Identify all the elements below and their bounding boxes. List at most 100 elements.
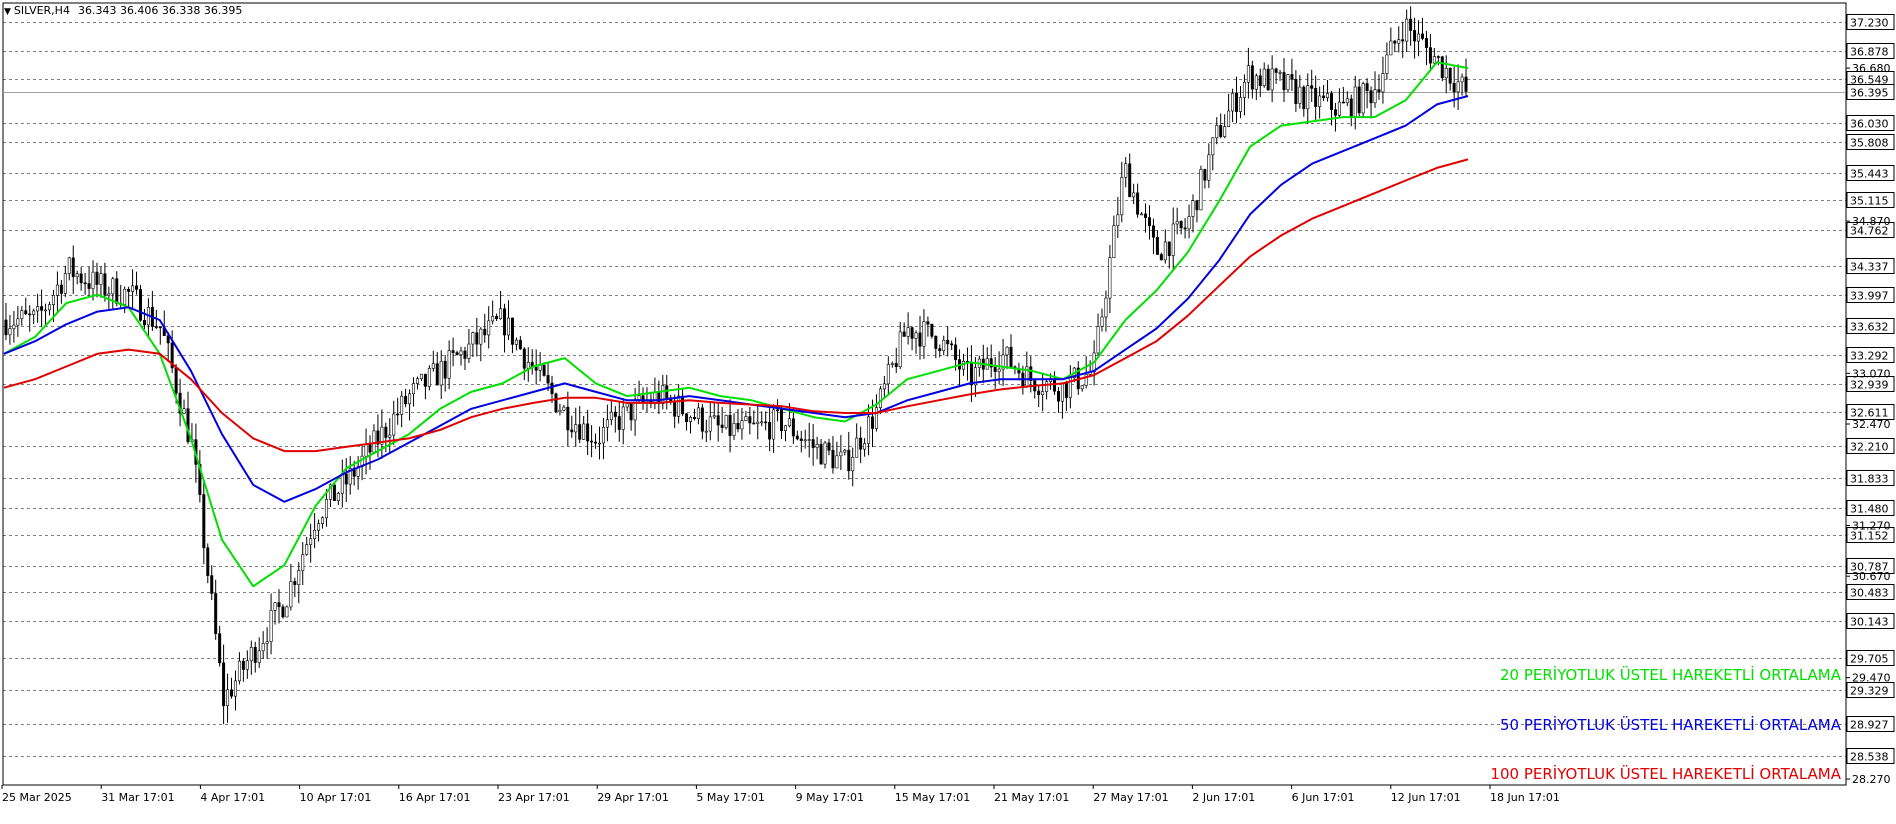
candle-body: [954, 344, 958, 360]
candle-body: [562, 406, 566, 411]
time-label: 2 Jun 17:01: [1192, 791, 1255, 804]
candle-body: [882, 383, 886, 390]
candle-body: [906, 327, 910, 337]
ema-line-3: [3, 158, 1469, 453]
candle-body: [115, 278, 119, 304]
candle-body: [281, 606, 285, 618]
candle-body: [111, 278, 115, 295]
time-label: 23 Apr 17:01: [498, 791, 570, 804]
time-label: 31 Mar 17:01: [101, 791, 174, 804]
candle-body: [186, 408, 190, 442]
candle-body: [1365, 83, 1369, 91]
candle-body: [226, 689, 230, 707]
time-label: 5 May 17:01: [696, 791, 764, 804]
candle-body: [261, 643, 265, 652]
candle-body: [1100, 316, 1104, 327]
candle-body: [447, 350, 451, 379]
price-tick-label: 29.470: [1852, 672, 1891, 685]
candle-body: [1009, 346, 1013, 368]
time-label: 12 Jun 17:01: [1391, 791, 1461, 804]
candle-body: [795, 435, 799, 440]
candle-body: [1120, 177, 1124, 216]
candle-body: [59, 284, 63, 294]
candle-body: [878, 388, 882, 408]
candle-body: [688, 416, 692, 422]
candle-body: [807, 439, 811, 441]
candle-body: [791, 418, 795, 437]
candle-body: [898, 331, 902, 367]
candle-body: [843, 449, 847, 453]
candle-body: [578, 424, 582, 440]
candle-body: [514, 339, 518, 345]
chart-header: ▼ SILVER,H4 36.343 36.406 36.338 36.395: [4, 4, 242, 17]
candle-body: [732, 423, 736, 436]
candle-body: [1163, 241, 1167, 261]
candle-body: [336, 493, 340, 501]
candle-body: [570, 429, 574, 433]
candle-body: [435, 363, 439, 386]
candle-body: [681, 395, 685, 415]
candle-body: [475, 332, 479, 345]
candle-body: [720, 424, 724, 428]
candle-body: [542, 365, 546, 376]
candle-body: [803, 439, 807, 442]
candle-body: [459, 350, 463, 355]
candle-body: [768, 421, 772, 440]
candle-body: [518, 339, 522, 350]
candle-body: [594, 441, 598, 444]
candle-body: [890, 363, 894, 365]
candle-body: [1298, 86, 1302, 104]
candle-body: [1413, 30, 1417, 42]
candle-body: [1211, 137, 1215, 156]
candle-body: [32, 310, 36, 315]
candle-body: [1401, 39, 1405, 42]
price-level-label: 29.329: [1850, 685, 1889, 698]
candle-body: [546, 375, 550, 384]
candle-body: [851, 456, 855, 472]
candle-body: [1254, 75, 1258, 90]
price-chart[interactable]: 37.23036.87836.54936.39536.03035.80835.4…: [0, 0, 1896, 820]
candle-body: [1246, 65, 1250, 83]
candle-body: [230, 689, 234, 697]
candle-body: [63, 273, 67, 294]
price-level-label: 36.030: [1850, 118, 1889, 131]
candle-body: [4, 319, 8, 336]
candle-body: [752, 422, 756, 425]
candle-body: [313, 529, 317, 540]
price-level-label: 36.395: [1850, 87, 1889, 100]
candle-body: [1432, 56, 1436, 64]
candle-body: [1460, 76, 1464, 83]
candle-body: [1337, 101, 1341, 116]
candle-body: [487, 320, 491, 336]
candle-body: [661, 385, 665, 404]
candle-body: [297, 570, 301, 585]
candle-body: [1333, 109, 1337, 116]
candle-body: [214, 593, 218, 634]
candle-body: [206, 547, 210, 576]
candle-body: [1096, 326, 1100, 354]
candle-body: [368, 444, 372, 453]
candle-body: [969, 362, 973, 386]
candle-body: [586, 423, 590, 442]
candle-body: [1144, 213, 1148, 218]
price-level-label: 32.939: [1850, 379, 1889, 392]
candle-body: [700, 407, 704, 432]
candle-body: [1175, 221, 1179, 225]
candle-body: [1377, 89, 1381, 93]
time-label: 10 Apr 17:01: [300, 791, 372, 804]
candle-body: [20, 310, 24, 320]
collapse-triangle-icon[interactable]: ▼: [4, 7, 11, 17]
candle-body: [427, 368, 431, 387]
candle-body: [1151, 225, 1155, 238]
candle-body: [1373, 89, 1377, 104]
candle-body: [384, 426, 388, 438]
candle-body: [8, 328, 12, 336]
candle-body: [412, 383, 416, 395]
price-level-label: 31.480: [1850, 503, 1889, 516]
candle-body: [439, 360, 443, 386]
time-label: 25 Mar 2025: [2, 791, 72, 804]
candle-body: [1420, 33, 1424, 39]
candle-body: [1310, 85, 1314, 89]
candle-body: [1041, 391, 1045, 396]
candle-body: [1187, 216, 1191, 230]
